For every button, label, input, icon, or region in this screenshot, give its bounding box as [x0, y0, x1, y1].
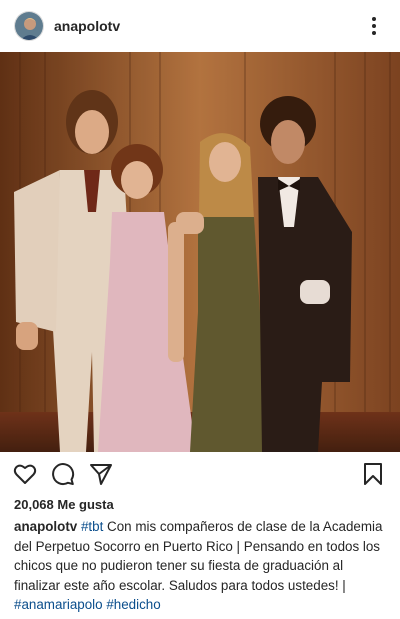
- hashtag-tbt[interactable]: #tbt: [81, 519, 103, 534]
- send-icon[interactable]: [88, 461, 114, 487]
- post-caption: anapolotv #tbt Con mis compañeros de cla…: [14, 517, 390, 615]
- hashtag-anamariapolo[interactable]: #anamariapolo: [14, 597, 103, 612]
- likes-count[interactable]: 20,068 Me gusta: [14, 497, 114, 512]
- comment-icon[interactable]: [50, 461, 76, 487]
- post-photo[interactable]: [0, 52, 400, 452]
- post-header: anapolotv: [0, 0, 400, 52]
- bookmark-icon[interactable]: [360, 461, 386, 487]
- post-username[interactable]: anapolotv: [54, 18, 120, 34]
- profile-avatar[interactable]: [14, 11, 44, 41]
- post-actions-bar: [0, 452, 400, 496]
- heart-icon[interactable]: [12, 461, 38, 487]
- hashtag-hedicho[interactable]: #hedicho: [106, 597, 160, 612]
- more-vertical-icon[interactable]: [362, 14, 386, 38]
- caption-username[interactable]: anapolotv: [14, 519, 77, 534]
